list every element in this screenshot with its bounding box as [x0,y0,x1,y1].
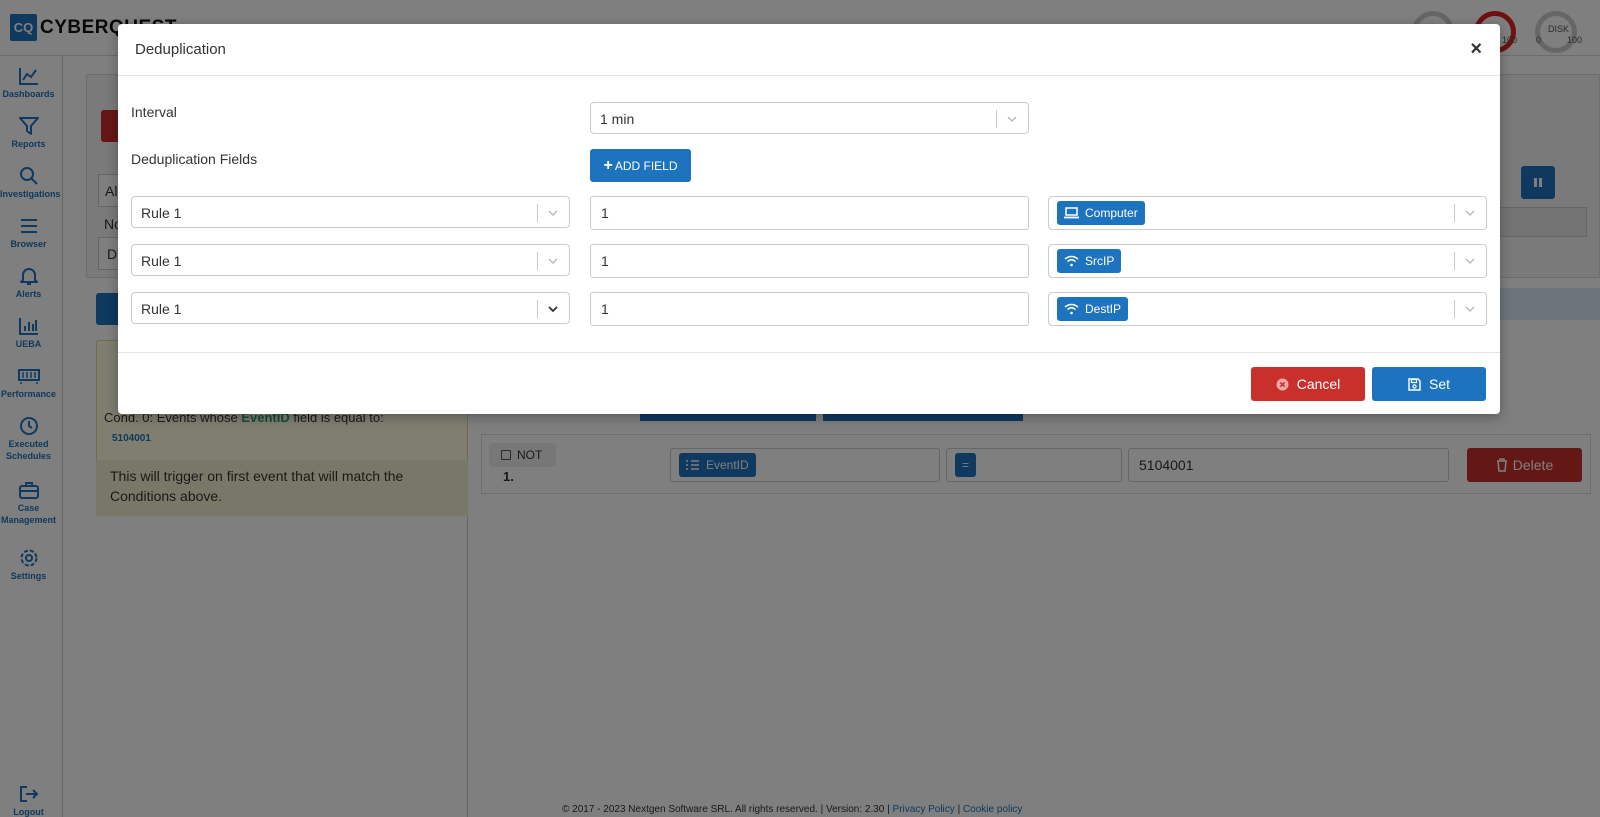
count-input-3[interactable]: 1 [590,292,1029,326]
field-select-3[interactable]: DestIP [1048,292,1487,326]
field-tag-label: Computer [1085,206,1138,220]
count-input-1[interactable]: 1 [590,196,1029,230]
rule-select-2[interactable]: Rule 1 [131,244,570,276]
chevron-down-icon [1007,116,1017,123]
deduplication-modal: Deduplication × Interval 1 min Deduplica… [118,24,1500,414]
select-separator [1454,252,1455,270]
select-separator [996,110,997,128]
set-button[interactable]: Set [1372,367,1486,401]
modal-title: Deduplication [135,41,226,58]
rule-select-3[interactable]: Rule 1 [131,292,570,324]
count-input-2[interactable]: 1 [590,244,1029,278]
modal-header: Deduplication × [118,24,1500,76]
field-select-2[interactable]: SrcIP [1048,244,1487,278]
interval-select[interactable]: 1 min [590,102,1029,134]
modal-footer-divider [118,352,1500,353]
chevron-down-icon [1465,210,1475,217]
select-separator [537,252,538,270]
rule-select-value: Rule 1 [141,205,182,221]
chevron-down-icon [1465,306,1475,313]
times-circle-icon [1276,378,1289,391]
field-select-1[interactable]: Computer [1048,196,1487,230]
plus-icon: + [603,156,613,174]
interval-label: Interval [131,104,177,120]
field-tag-label: SrcIP [1085,254,1115,268]
field-tag: SrcIP [1057,249,1122,273]
select-separator [1454,204,1455,222]
field-tag-label: DestIP [1085,302,1122,316]
close-button[interactable]: × [1470,39,1482,59]
select-separator [537,300,538,318]
cancel-label: Cancel [1296,376,1341,392]
wifi-icon [1064,303,1079,315]
add-field-label: ADD FIELD [614,158,678,173]
chevron-down-icon [548,258,558,265]
set-label: Set [1428,376,1450,392]
select-separator [537,204,538,222]
field-tag: Computer [1057,201,1145,225]
save-icon [1408,377,1421,391]
laptop-icon [1064,207,1079,219]
wifi-icon [1064,255,1079,267]
rule-select-value: Rule 1 [141,253,182,269]
interval-value: 1 min [600,111,635,127]
rule-select-value: Rule 1 [141,301,182,317]
deduplication-fields-label: Deduplication Fields [131,151,258,167]
add-field-button[interactable]: + ADD FIELD [590,149,691,182]
select-separator [1454,300,1455,318]
chevron-down-icon [548,306,558,313]
cancel-button[interactable]: Cancel [1251,367,1365,401]
chevron-down-icon [548,210,558,217]
chevron-down-icon [1465,258,1475,265]
rule-select-1[interactable]: Rule 1 [131,196,570,228]
field-tag: DestIP [1057,297,1129,321]
